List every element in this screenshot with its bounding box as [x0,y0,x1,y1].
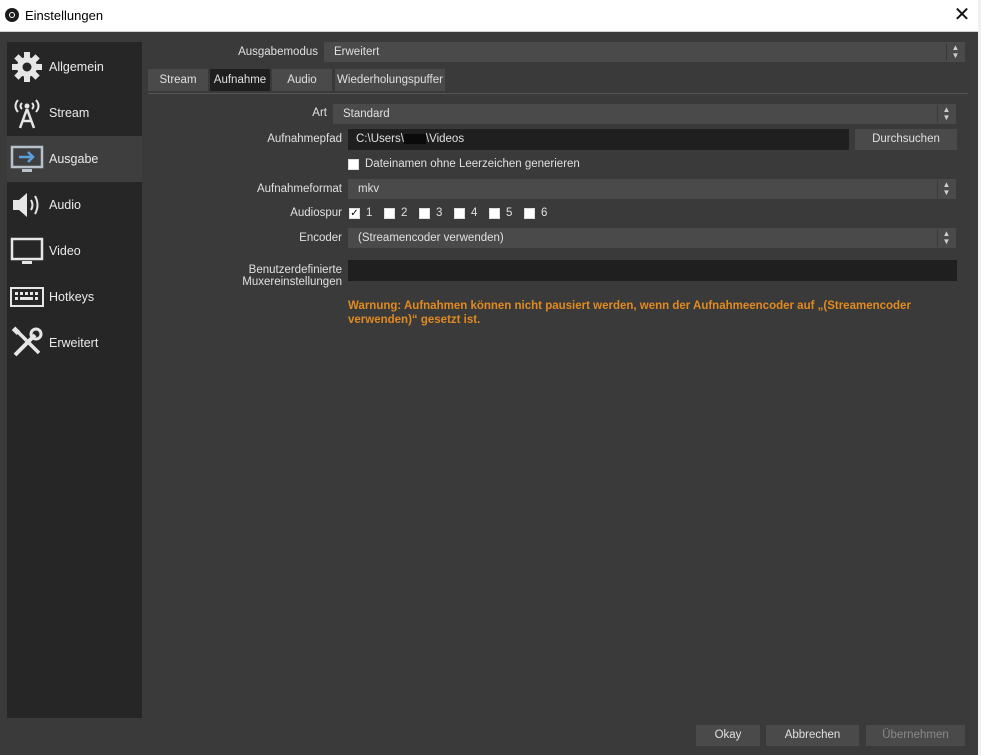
window-title: Einstellungen [25,8,104,23]
title-bar: Einstellungen ✕ [0,0,978,32]
no-spaces-checkbox[interactable] [348,159,359,170]
audio-track-1-label: 1 [366,207,373,219]
sidebar-item-allgemein[interactable]: Allgemein [7,44,142,90]
tab-wiederholungspuffer[interactable]: Wiederholungspuffer [335,69,445,91]
type-label: Art [312,107,327,119]
sidebar-item-label: Allgemein [49,60,104,74]
settings-sidebar: Allgemein Stream Ausgabe Audio Video Hot… [7,42,142,718]
audio-track-3-label: 3 [436,207,443,219]
audio-track-label: Audiospur [290,207,342,219]
obs-logo-icon [5,8,19,22]
sidebar-item-label: Hotkeys [49,290,95,304]
spinner-arrows-icon: ▲ ▼ [937,229,955,247]
ok-button[interactable]: Okay [696,725,760,746]
close-icon[interactable]: ✕ [948,4,976,26]
sidebar-item-label: Ausgabe [49,152,99,166]
sidebar-item-audio[interactable]: Audio [7,182,142,228]
recording-path-label: Aufnahmepfad [267,133,342,145]
output-mode-select[interactable]: Erweitert ▲ ▼ [324,42,965,62]
sidebar-item-ausgabe[interactable]: Ausgabe [7,136,142,182]
spinner-arrows-icon: ▲ ▼ [946,43,964,61]
pause-warning: Warnung: Aufnahmen können nicht pausiert… [348,300,911,326]
redacted-username [403,133,426,144]
spinner-arrows-icon: ▲ ▼ [937,105,955,123]
recording-path-value-end: \Videos [425,133,465,145]
tab-divider [148,93,968,94]
monitor-icon [10,234,44,268]
sidebar-item-stream[interactable]: Stream [7,90,142,136]
output-mode-label: Ausgabemodus [238,46,318,58]
audio-track-4-label: 4 [471,207,478,219]
audio-track-2-checkbox[interactable] [384,208,395,219]
encoder-label: Encoder [299,232,342,244]
sidebar-item-label: Audio [49,198,81,212]
audio-track-6-label: 6 [541,207,548,219]
sidebar-item-erweitert[interactable]: Erweitert [7,320,142,366]
broadcast-tower-icon [10,96,44,130]
output-monitor-icon [10,142,44,176]
speaker-icon [10,188,44,222]
recording-format-value: mkv [358,183,380,195]
recording-format-label: Aufnahmeformat [256,183,342,195]
type-select[interactable]: Standard ▲ ▼ [333,104,956,124]
sidebar-item-label: Erweitert [49,336,99,350]
audio-track-3-checkbox[interactable] [419,208,430,219]
sidebar-item-label: Stream [49,106,90,120]
audio-track-5-checkbox[interactable] [489,208,500,219]
output-mode-value: Erweitert [334,46,380,58]
encoder-value: (Streamencoder verwenden) [358,232,504,244]
output-settings-panel: Ausgabemodus Erweitert ▲ ▼ Stream Aufnahm… [148,38,968,718]
audio-track-2-label: 2 [401,207,408,219]
cancel-button[interactable]: Abbrechen [766,725,859,746]
muxer-settings-input[interactable] [348,260,957,281]
spinner-arrows-icon: ▲ ▼ [937,180,955,198]
sidebar-item-video[interactable]: Video [7,228,142,274]
audio-track-5-label: 5 [506,207,513,219]
tools-icon [10,326,44,360]
audio-track-6-checkbox[interactable] [524,208,535,219]
gear-icon [10,50,44,84]
type-value: Standard [343,108,390,120]
apply-button[interactable]: Übernehmen [866,725,965,746]
tab-aufnahme[interactable]: Aufnahme [210,69,270,91]
tab-stream[interactable]: Stream [148,69,208,91]
encoder-select[interactable]: (Streamencoder verwenden) ▲ ▼ [348,228,956,248]
keyboard-icon [10,280,44,314]
recording-path-value: C:\Users\ [356,133,404,145]
audio-track-1-checkbox[interactable]: ✓ [349,208,360,219]
sidebar-item-label: Video [49,244,81,258]
audio-track-4-checkbox[interactable] [454,208,465,219]
recording-format-select[interactable]: mkv ▲ ▼ [348,179,956,199]
tab-audio[interactable]: Audio [272,69,332,91]
sidebar-item-hotkeys[interactable]: Hotkeys [7,274,142,320]
no-spaces-label: Dateinamen ohne Leerzeichen generieren [365,158,580,170]
recording-path-input[interactable]: C:\Users\ \Videos [348,129,849,150]
muxer-settings-label: Benutzerdefinierte Muxereinstellungen [242,264,342,288]
browse-button[interactable]: Durchsuchen [855,129,957,150]
